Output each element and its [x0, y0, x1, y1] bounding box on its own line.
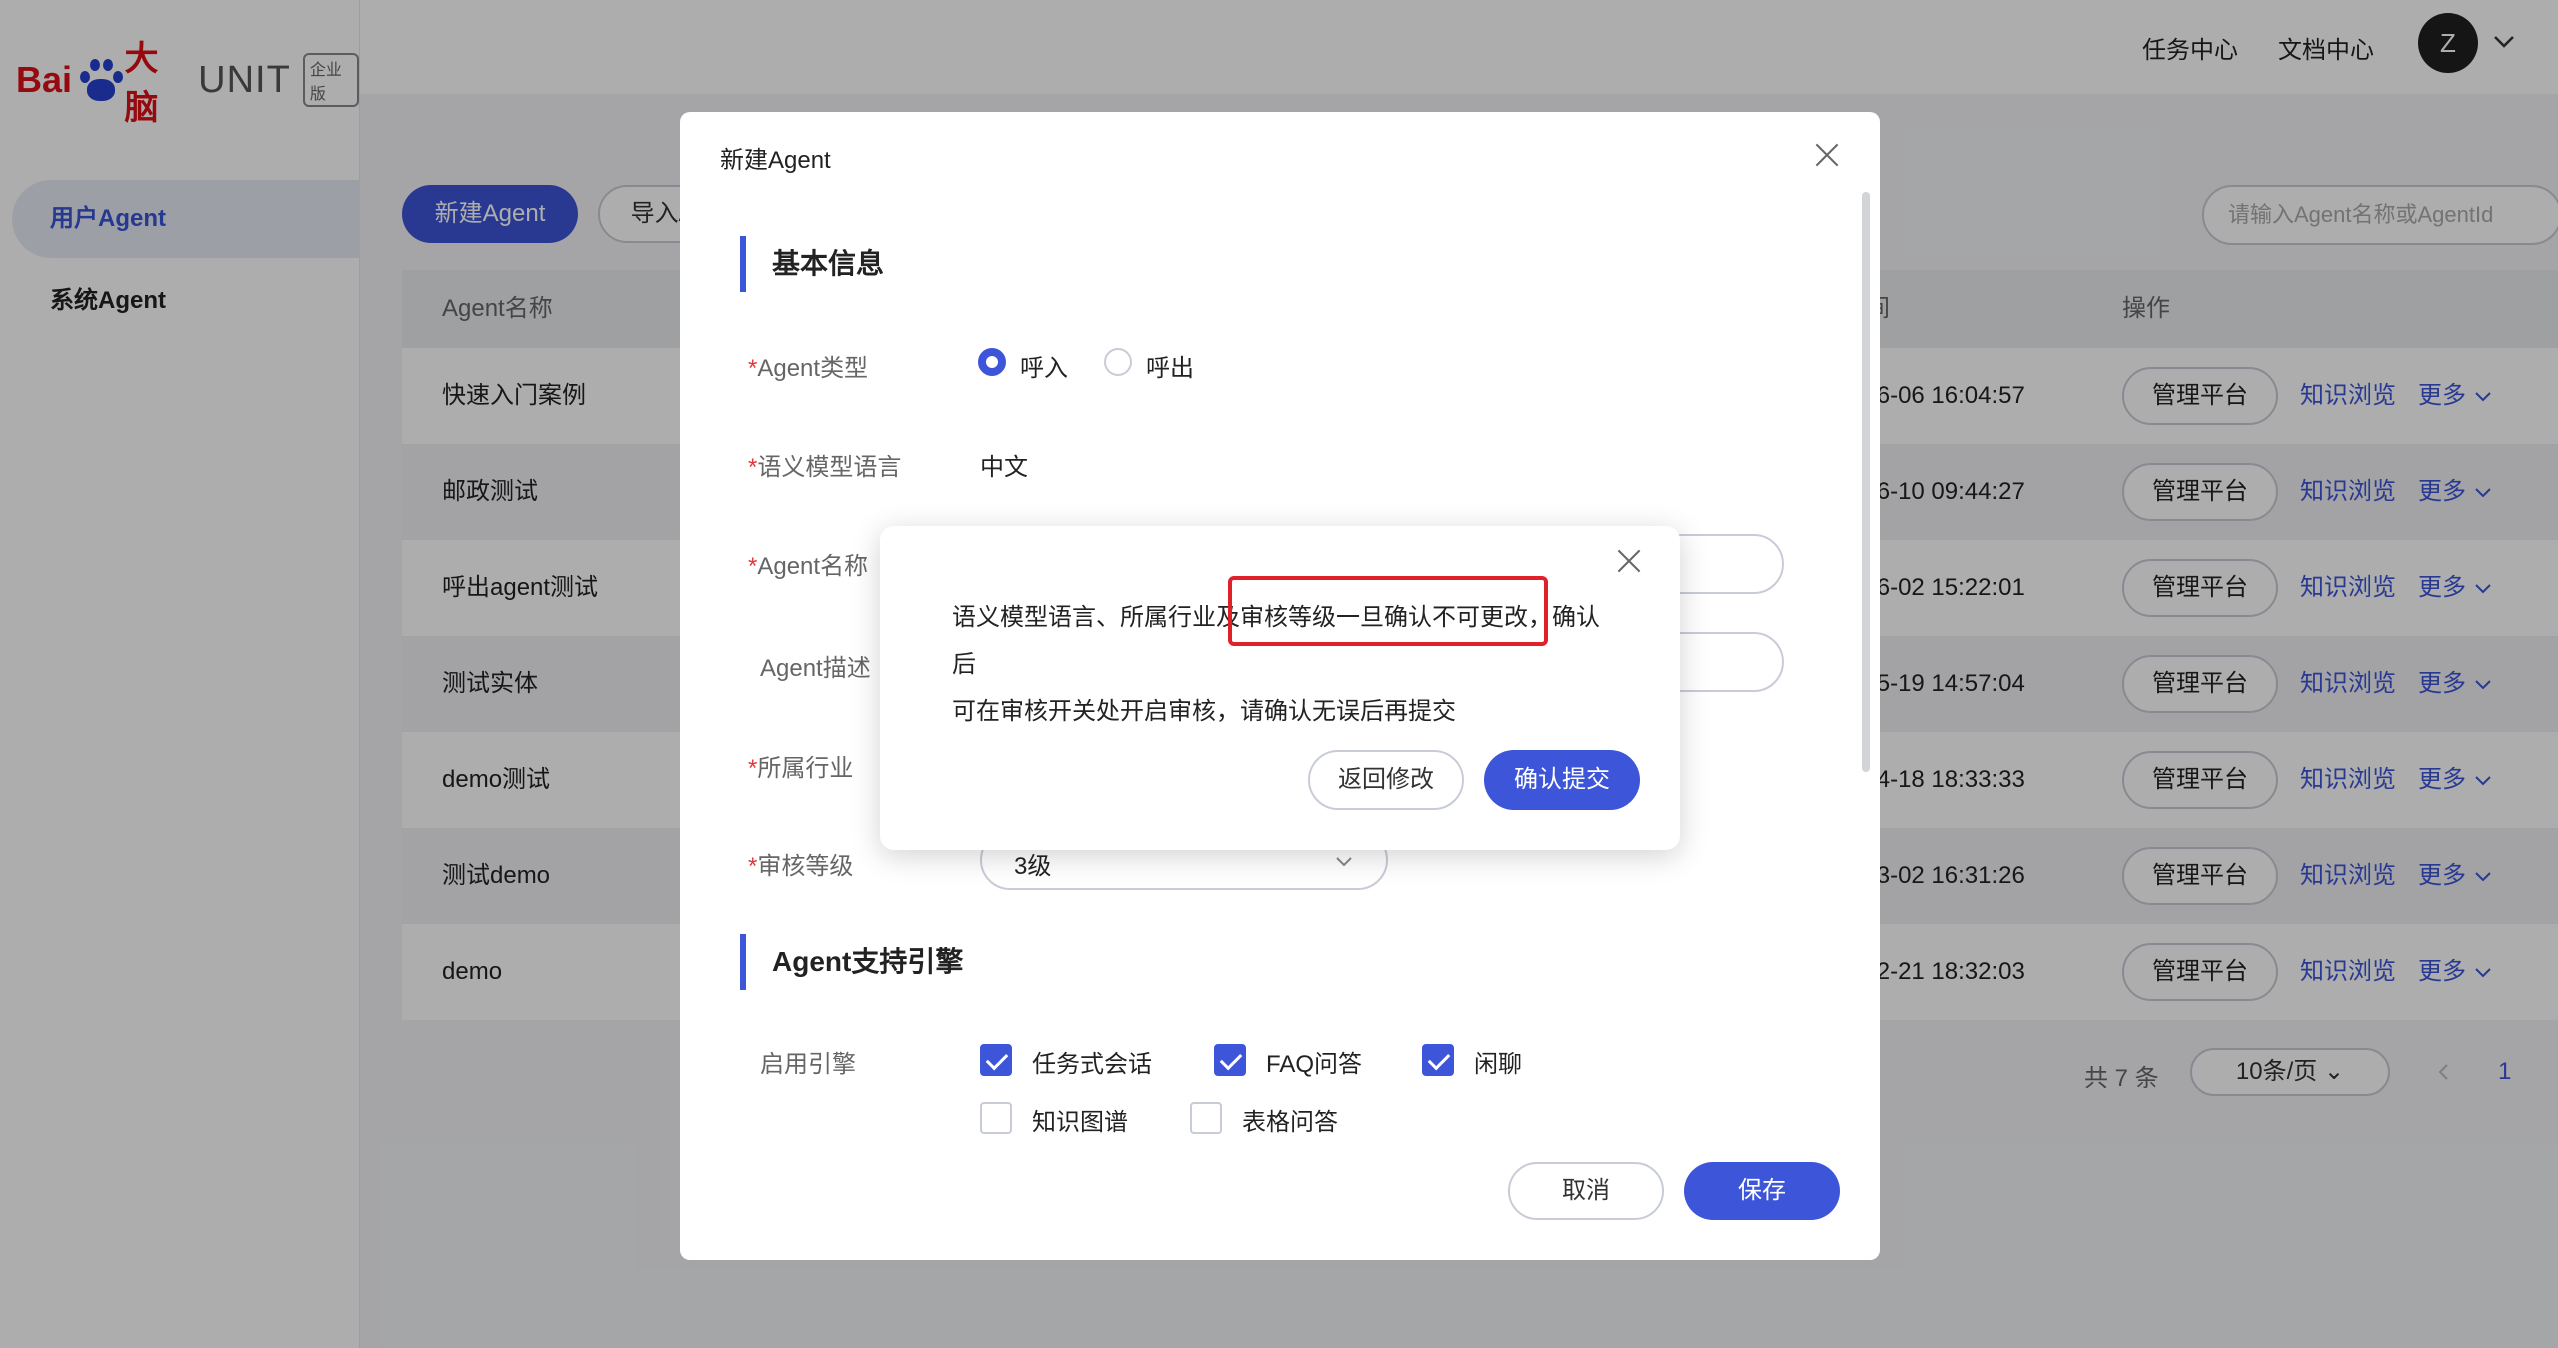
chevron-down-icon [1336, 857, 1352, 867]
checkbox-chitchat[interactable] [1422, 1044, 1454, 1076]
confirm-message-part1: 语义模型语言、所属行业 [952, 604, 1216, 631]
confirm-message-line2: 可在审核开关处开启审核，请确认无误后再提交 [952, 698, 1456, 725]
checkbox-table-qa-label: 表格问答 [1242, 1109, 1338, 1136]
checkbox-faq[interactable] [1214, 1044, 1246, 1076]
section-engines: Agent支持引擎 [740, 934, 963, 990]
save-button[interactable]: 保存 [1684, 1162, 1840, 1220]
audit-level-label: *审核等级 [748, 853, 854, 880]
close-icon[interactable] [1616, 548, 1642, 574]
engine-label: 启用引擎 [760, 1051, 856, 1078]
cancel-button[interactable]: 取消 [1508, 1162, 1664, 1220]
checkbox-chitchat-label: 闲聊 [1474, 1051, 1522, 1078]
checkbox-table-qa[interactable] [1190, 1102, 1222, 1134]
highlight-annotation-box [1228, 576, 1548, 646]
close-icon[interactable] [1814, 142, 1840, 168]
audit-level-value: 3级 [1014, 853, 1052, 880]
back-modify-button[interactable]: 返回修改 [1308, 750, 1464, 810]
dialog-title: 新建Agent [720, 147, 831, 174]
checkbox-knowledge-graph[interactable] [980, 1102, 1012, 1134]
section-basic-info: 基本信息 [740, 236, 884, 292]
radio-inbound-label: 呼入 [1020, 355, 1068, 382]
agent-type-label: *Agent类型 [748, 355, 869, 382]
agent-name-label: *Agent名称 [748, 553, 869, 580]
radio-outbound[interactable] [1104, 348, 1132, 376]
confirm-submit-button[interactable]: 确认提交 [1484, 750, 1640, 810]
language-label: *语义模型语言 [748, 454, 902, 481]
industry-label: *所属行业 [748, 755, 854, 782]
checkbox-faq-label: FAQ问答 [1266, 1051, 1363, 1078]
checkbox-task-dialog[interactable] [980, 1044, 1012, 1076]
checkbox-knowledge-graph-label: 知识图谱 [1032, 1109, 1128, 1136]
agent-desc-label: Agent描述 [760, 655, 871, 682]
radio-inbound[interactable] [978, 348, 1006, 376]
confirm-dialog: 语义模型语言、所属行业及审核等级一旦确认不可更改，确认后 可在审核开关处开启审核… [880, 526, 1680, 850]
scrollbar[interactable] [1862, 192, 1870, 772]
checkbox-task-dialog-label: 任务式会话 [1032, 1051, 1152, 1078]
language-value: 中文 [980, 454, 1028, 481]
radio-outbound-label: 呼出 [1146, 355, 1194, 382]
